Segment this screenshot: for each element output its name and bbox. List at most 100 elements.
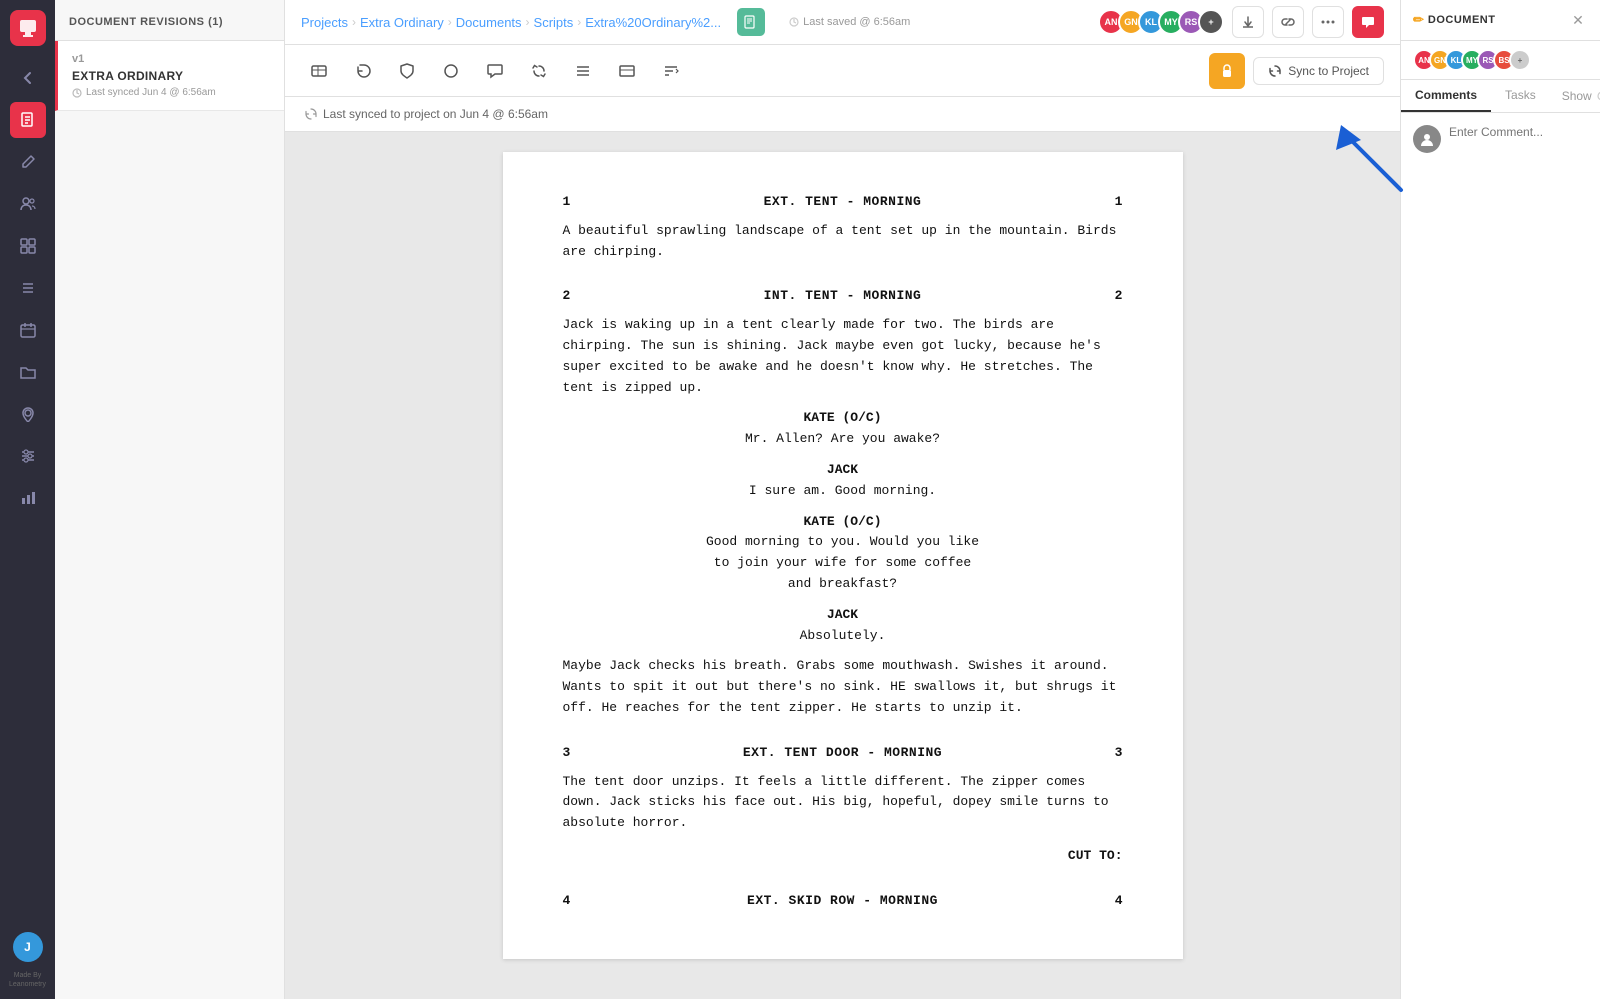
scene-2-header: 2 INT. TENT - MORNING 2: [563, 286, 1123, 307]
main-content: Projects › Extra Ordinary › Documents › …: [285, 0, 1400, 999]
panel-tool-button[interactable]: [609, 53, 645, 89]
dialogue-1-line: Mr. Allen? Are you awake?: [563, 429, 1123, 450]
breadcrumb-sep-4: ›: [577, 15, 581, 29]
script-page: 1 EXT. TENT - MORNING 1 A beautiful spra…: [503, 152, 1183, 959]
more-button[interactable]: [1312, 6, 1344, 38]
dialogue-1: KATE (O/C) Mr. Allen? Are you awake?: [563, 408, 1123, 450]
dialogue-2-line: I sure am. Good morning.: [563, 481, 1123, 502]
breadcrumb-scripts[interactable]: Scripts: [534, 15, 574, 30]
repeat-tool-button[interactable]: [521, 53, 557, 89]
show-toggle[interactable]: Show: [1550, 81, 1600, 111]
topbar-right: AN GN KL MY RS +: [1098, 6, 1384, 38]
dialogue-3-char: KATE (O/C): [563, 512, 1123, 533]
folder-icon[interactable]: [10, 354, 46, 390]
close-panel-button[interactable]: ✕: [1568, 10, 1588, 30]
comment-tabs: Comments Tasks Show: [1401, 80, 1600, 113]
undo-tool-button[interactable]: [345, 53, 381, 89]
scene-tool-button[interactable]: [301, 53, 337, 89]
script-icon: [737, 8, 765, 36]
tab-comments[interactable]: Comments: [1401, 80, 1491, 112]
scene-4: 4 EXT. SKID ROW - MORNING 4: [563, 891, 1123, 912]
breadcrumb-current: Extra%20Ordinary%2...: [585, 15, 721, 30]
revision-title: EXTRA ORDINARY: [72, 69, 270, 83]
link-button[interactable]: [1272, 6, 1304, 38]
dialogue-2-char: JACK: [563, 460, 1123, 481]
scene-3-heading: EXT. TENT DOOR - MORNING: [743, 743, 942, 764]
revision-item[interactable]: v1 EXTRA ORDINARY Last synced Jun 4 @ 6:…: [55, 41, 284, 111]
comment-tool-button[interactable]: [477, 53, 513, 89]
scene-1: 1 EXT. TENT - MORNING 1 A beautiful spra…: [563, 192, 1123, 262]
app-logo[interactable]: [10, 10, 46, 46]
scene-3: 3 EXT. TENT DOOR - MORNING 3 The tent do…: [563, 743, 1123, 867]
scene-2: 2 INT. TENT - MORNING 2 Jack is waking u…: [563, 286, 1123, 718]
pencil-icon[interactable]: [10, 144, 46, 180]
topbar: Projects › Extra Ordinary › Documents › …: [285, 0, 1400, 45]
revision-meta: Last synced Jun 4 @ 6:56am: [72, 87, 270, 98]
board-icon[interactable]: [10, 228, 46, 264]
chat-button[interactable]: [1352, 6, 1384, 38]
download-button[interactable]: [1232, 6, 1264, 38]
save-info: Last saved @ 6:56am: [789, 16, 910, 28]
sliders-icon[interactable]: [10, 438, 46, 474]
dialogue-4-char: JACK: [563, 605, 1123, 626]
scene-2-number-right: 2: [1115, 286, 1123, 307]
scene-1-desc: A beautiful sprawling landscape of a ten…: [563, 221, 1123, 263]
people-icon[interactable]: [10, 186, 46, 222]
scene-3-desc: The tent door unzips. It feels a little …: [563, 772, 1123, 834]
scene-3-number-right: 3: [1115, 743, 1123, 764]
document-active-icon[interactable]: [10, 102, 46, 138]
sync-notice: Last synced to project on Jun 4 @ 6:56am: [285, 97, 1400, 132]
breadcrumb-sep-3: ›: [526, 15, 530, 29]
commenter-avatar: [1413, 125, 1441, 153]
scene-4-heading: EXT. SKID ROW - MORNING: [747, 891, 938, 912]
breadcrumb-extra-ordinary[interactable]: Extra Ordinary: [360, 15, 444, 30]
panel-avatar-more: +: [1509, 49, 1531, 71]
dialogue-4: JACK Absolutely.: [563, 605, 1123, 647]
breadcrumb-projects[interactable]: Projects: [301, 15, 348, 30]
dialogue-2: JACK I sure am. Good morning.: [563, 460, 1123, 502]
panel-avatar-group: AN GN KL MY RS BS +: [1401, 41, 1600, 80]
scene-2-action: Maybe Jack checks his breath. Grabs some…: [563, 656, 1123, 718]
calendar-icon[interactable]: [10, 312, 46, 348]
right-panel-header: ✏ DOCUMENT ✕: [1401, 0, 1600, 41]
cut-to: CUT TO:: [563, 846, 1123, 867]
list-icon[interactable]: [10, 270, 46, 306]
scene-1-number-right: 1: [1115, 192, 1123, 213]
scene-4-number-right: 4: [1115, 891, 1123, 912]
revisions-panel: Document Revisions (1) v1 EXTRA ORDINARY…: [55, 0, 285, 999]
breadcrumb: Projects › Extra Ordinary › Documents › …: [301, 15, 721, 30]
lock-button[interactable]: [1209, 53, 1245, 89]
script-wrapper: Last synced to project on Jun 4 @ 6:56am…: [285, 97, 1400, 999]
dialogue-3-line: Good morning to you. Would you like to j…: [563, 532, 1123, 594]
made-by-label: Made By Leanometry: [9, 972, 46, 989]
breadcrumb-sep-2: ›: [448, 15, 452, 29]
sync-to-project-button[interactable]: Sync to Project: [1253, 57, 1384, 85]
right-panel: ✏ DOCUMENT ✕ AN GN KL MY RS BS + Comment…: [1400, 0, 1600, 999]
scene-3-number: 3: [563, 743, 571, 764]
revisions-header: Document Revisions (1): [55, 0, 284, 41]
scene-2-number: 2: [563, 286, 571, 307]
left-sidebar: J Made By Leanometry: [0, 0, 55, 999]
sort-tool-button[interactable]: [653, 53, 689, 89]
user-avatar[interactable]: J: [13, 932, 43, 962]
scene-2-desc: Jack is waking up in a tent clearly made…: [563, 315, 1123, 398]
scene-1-number: 1: [563, 192, 571, 213]
right-panel-title: ✏ DOCUMENT: [1413, 12, 1495, 28]
breadcrumb-documents[interactable]: Documents: [456, 15, 522, 30]
topbar-avatar-more: +: [1198, 9, 1224, 35]
tab-tasks[interactable]: Tasks: [1491, 80, 1550, 112]
scene-4-header: 4 EXT. SKID ROW - MORNING 4: [563, 891, 1123, 912]
align-tool-button[interactable]: [565, 53, 601, 89]
comment-input[interactable]: [1449, 125, 1600, 139]
location-icon[interactable]: [10, 396, 46, 432]
chart-icon[interactable]: [10, 480, 46, 516]
scene-1-header: 1 EXT. TENT - MORNING 1: [563, 192, 1123, 213]
back-arrow-icon[interactable]: [10, 60, 46, 96]
dialogue-3: KATE (O/C) Good morning to you. Would yo…: [563, 512, 1123, 595]
circle-tool-button[interactable]: [433, 53, 469, 89]
scene-4-number: 4: [563, 891, 571, 912]
avatar-group: AN GN KL MY RS +: [1098, 9, 1224, 35]
shield-tool-button[interactable]: [389, 53, 425, 89]
dialogue-4-line: Absolutely.: [563, 626, 1123, 647]
comment-input-area: [1401, 113, 1600, 165]
